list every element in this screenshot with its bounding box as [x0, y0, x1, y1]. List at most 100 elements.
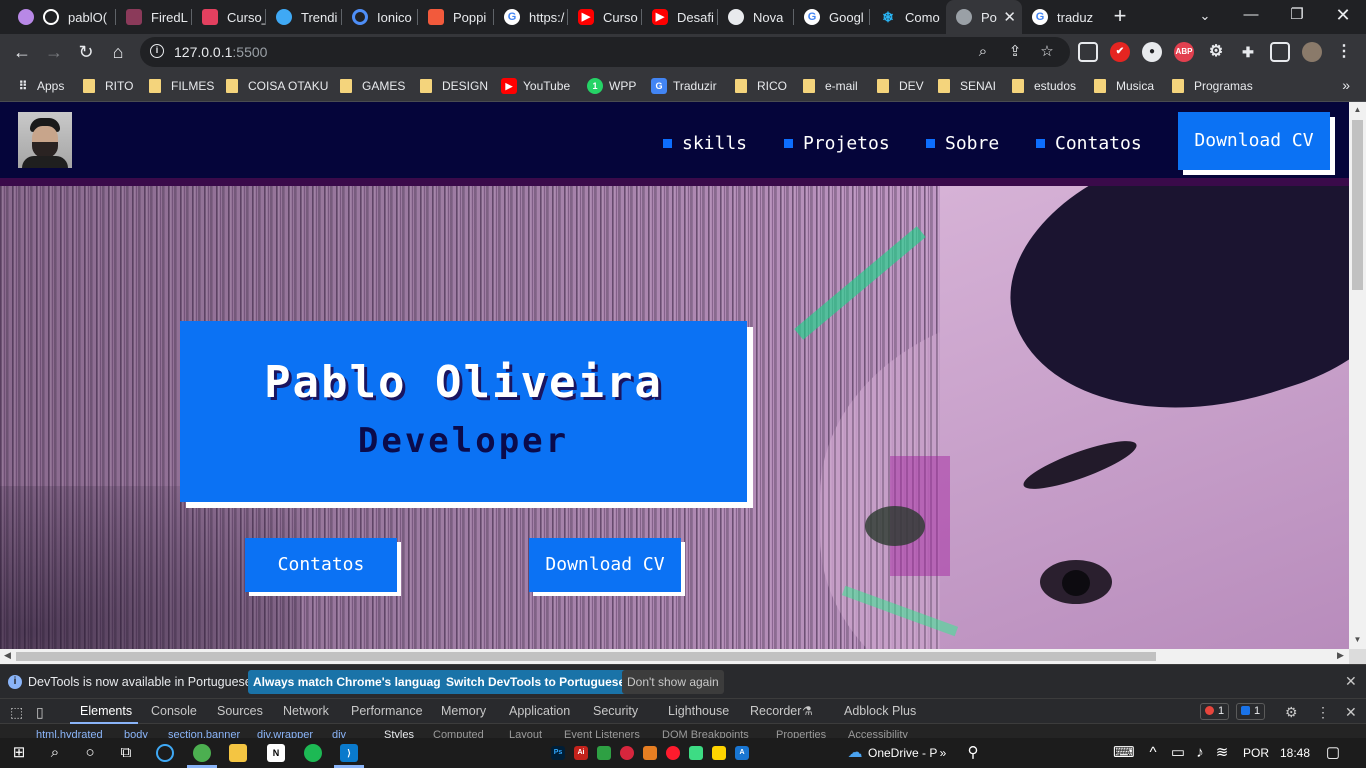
tab-curso-youtube[interactable]: ▶ Curso [568, 0, 642, 34]
address-bar[interactable]: i 127.0.0.1:5500 ⌕ ⇪ ☆ [140, 37, 1070, 67]
hero-contatos-button[interactable]: Contatos [245, 538, 397, 592]
onedrive-cloud-icon[interactable]: ☁ [846, 744, 864, 762]
keyboard-language[interactable]: POR [1243, 746, 1269, 760]
devtools-tab-performance[interactable]: Performance [351, 704, 423, 718]
tab-portfolio-active[interactable]: Po ✕ [946, 0, 1022, 34]
bookmark-programas[interactable]: Programas [1172, 77, 1253, 95]
bookmark-estudos[interactable]: estudos [1012, 77, 1076, 95]
bookmark-apps[interactable]: ⠿ Apps [15, 77, 65, 95]
minimize-icon[interactable]: — [1228, 0, 1274, 34]
azure-icon[interactable]: A [735, 746, 749, 760]
horizontal-scrollbar[interactable]: ◀ ▶ [0, 649, 1349, 664]
battery-icon[interactable]: ▭ [1169, 744, 1187, 762]
devtools-tab-elements[interactable]: Elements [80, 704, 132, 718]
cast-icon[interactable] [1078, 42, 1098, 62]
error-count-badge[interactable]: 1 [1200, 703, 1230, 720]
side-panel-icon[interactable] [1270, 42, 1290, 62]
notion-icon[interactable]: N [267, 744, 285, 762]
url-text[interactable]: 127.0.0.1:5500 [174, 44, 267, 60]
windows-start-icon[interactable]: ⊞ [10, 744, 28, 762]
people-icon[interactable]: ⚲ [964, 744, 982, 762]
opera-icon[interactable] [666, 746, 680, 760]
subtab-properties[interactable]: Properties [776, 729, 826, 738]
home-icon[interactable]: ⌂ [106, 40, 130, 64]
todoist-check-icon[interactable]: ✔ [1110, 42, 1130, 62]
tab-firedl[interactable]: FiredL [116, 0, 192, 34]
vertical-scrollbar[interactable]: ▲ ▼ [1349, 102, 1366, 649]
devtools-settings-gear-icon[interactable]: ⚙ [1285, 704, 1298, 721]
devtools-tab-security[interactable]: Security [593, 704, 638, 718]
tab-nova-guia[interactable]: Nova [718, 0, 794, 34]
bookmark-email[interactable]: e-mail [803, 77, 858, 95]
tab-como[interactable]: ❄ Como [870, 0, 946, 34]
tab-curso-figma[interactable]: Curso_ [192, 0, 266, 34]
clock-time[interactable]: 18:48 [1280, 746, 1310, 760]
tab-search-chevron-icon[interactable]: ⌄ [1195, 6, 1215, 26]
vscode-icon[interactable]: ⟩ [340, 744, 358, 762]
devtools-menu-icon[interactable]: ⋮ [1316, 704, 1330, 721]
cortana-circle-icon[interactable]: ○ [81, 744, 99, 762]
devtools-tab-adblock-plus[interactable]: Adblock Plus [844, 704, 916, 718]
tab-github-pablo[interactable]: pablO( [8, 0, 116, 34]
tab-google[interactable]: G Googl [794, 0, 870, 34]
bookmark-filmes[interactable]: FILMES [149, 77, 214, 95]
crumb-div[interactable]: div [332, 729, 346, 738]
network-icon[interactable]: ≋ [1213, 744, 1231, 762]
devtools-tab-lighthouse[interactable]: Lighthouse [668, 704, 729, 718]
bookmark-wpp[interactable]: 1 WPP [587, 77, 636, 95]
scroll-right-arrow-icon[interactable]: ▶ [1337, 650, 1344, 661]
file-explorer-icon[interactable] [229, 744, 247, 762]
onedrive-label[interactable]: OneDrive - P [868, 746, 937, 760]
tab-https[interactable]: G https:/ [494, 0, 568, 34]
extension-circle-icon[interactable]: ● [1142, 42, 1162, 62]
subtab-computed[interactable]: Computed [433, 729, 484, 738]
crumb-body[interactable]: body [124, 729, 148, 738]
crumb-html[interactable]: html.hydrated [36, 729, 103, 738]
app-tray-icon[interactable] [643, 746, 657, 760]
inspect-element-icon[interactable]: ⬚ [10, 704, 23, 721]
nav-contatos[interactable]: Contatos [1036, 132, 1142, 154]
switch-to-portuguese-button[interactable]: Switch DevTools to Portuguese [441, 670, 631, 694]
task-view-icon[interactable]: ⧉ [117, 744, 135, 762]
reload-icon[interactable]: ↻ [74, 40, 98, 64]
scroll-down-arrow-icon[interactable]: ▼ [1353, 635, 1362, 644]
nav-sobre[interactable]: Sobre [926, 132, 999, 154]
tab-poppins[interactable]: Poppi [418, 0, 494, 34]
horizontal-scroll-thumb[interactable] [16, 652, 1156, 661]
search-icon[interactable]: ⌕ [46, 744, 64, 762]
header-download-cv-button[interactable]: Download CV [1178, 112, 1330, 170]
bookmark-games[interactable]: GAMES [340, 77, 405, 95]
devtools-tab-application[interactable]: Application [509, 704, 570, 718]
subtab-event-listeners[interactable]: Event Listeners [564, 729, 640, 738]
devtools-tab-recorder[interactable]: Recorder [750, 704, 801, 718]
subtab-accessibility[interactable]: Accessibility [848, 729, 908, 738]
close-window-icon[interactable]: ✕ [1320, 0, 1366, 34]
always-match-language-button[interactable]: Always match Chrome's language [248, 670, 453, 694]
devtools-tab-sources[interactable]: Sources [217, 704, 263, 718]
bookmark-traduzir[interactable]: G Traduzir [651, 77, 717, 95]
app-tray-icon[interactable] [597, 746, 611, 760]
devtools-tab-memory[interactable]: Memory [441, 704, 486, 718]
bookmark-design[interactable]: DESIGN [420, 77, 488, 95]
keyboard-icon[interactable]: ⌨ [1113, 744, 1135, 762]
profile-avatar-icon[interactable] [1302, 42, 1322, 62]
back-arrow-icon[interactable]: ← [10, 40, 34, 64]
subtab-styles[interactable]: Styles [384, 729, 414, 738]
acrobat-icon[interactable]: Ai [574, 746, 588, 760]
subtab-layout[interactable]: Layout [509, 729, 542, 738]
message-count-badge[interactable]: 1 [1236, 703, 1266, 720]
scroll-up-arrow-icon[interactable]: ▲ [1353, 105, 1362, 114]
bookmark-senai[interactable]: SENAI [938, 77, 996, 95]
zoom-search-icon[interactable]: ⌕ [974, 43, 992, 61]
close-tab-icon[interactable]: ✕ [1003, 8, 1016, 26]
bookmark-youtube[interactable]: ▶ YouTube [501, 77, 570, 95]
notifications-icon[interactable]: ▢ [1324, 744, 1342, 762]
bookmark-rito[interactable]: RITO [83, 77, 133, 95]
browser-menu-icon[interactable]: ⋮ [1334, 42, 1354, 62]
hero-download-cv-button[interactable]: Download CV [529, 538, 681, 592]
profile-avatar[interactable] [18, 112, 72, 168]
dont-show-again-button[interactable]: Don't show again [622, 670, 724, 694]
volume-icon[interactable]: ♪ [1191, 744, 1209, 762]
forward-arrow-icon[interactable]: → [42, 40, 66, 64]
android-icon[interactable] [689, 746, 703, 760]
